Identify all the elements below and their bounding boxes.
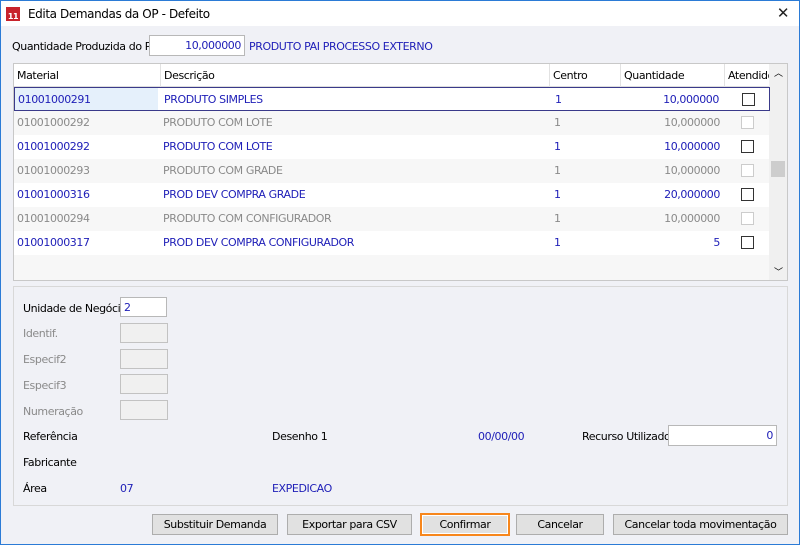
centro-cell: 1 [554,212,561,225]
quantidade-cell: 10,000000 [663,93,719,106]
especif3-label: Especif3 [23,379,67,392]
product-name: PRODUTO PAI PROCESSO EXTERNO [249,40,433,53]
descricao-cell: PRODUTO COM GRADE [163,164,283,177]
descricao-cell: PRODUTO COM LOTE [163,140,273,153]
fabricante-label: Fabricante [23,456,77,469]
close-button[interactable]: ✕ [777,4,790,22]
table-row[interactable]: 01001000317 PROD DEV COMPRA CONFIGURADOR 1… [14,231,770,255]
descricao-cell: PROD DEV COMPRA GRADE [163,188,306,201]
numeracao-label: Numeração [23,405,83,418]
desenho-label: Desenho 1 [272,430,328,443]
demands-grid: Material Descrição Centro Armaz. Quantid… [13,63,788,281]
descricao-cell: PROD DEV COMPRA CONFIGURADOR [163,236,355,249]
atendido-checkbox [741,212,754,225]
date-value: 00/00/00 [478,430,525,443]
unidade-label: Unidade de Negócio [23,302,127,315]
col-quantidade[interactable]: Quantidade [621,64,725,87]
material-cell: 01001000292 [17,140,90,153]
centro-cell: 1 [555,93,562,106]
material-cell: 01001000294 [17,212,90,225]
window-title: Edita Demandas da OP - Defeito [28,6,210,21]
material-cell: 01001000292 [17,116,90,129]
col-descricao[interactable]: Descrição [161,64,550,87]
centro-cell: 1 [554,236,561,249]
descricao-cell: PRODUTO COM LOTE [163,116,273,129]
table-row[interactable]: 01001000293 PRODUTO COM GRADE 1 10,000000 [14,159,770,183]
referencia-label: Referência [23,430,78,443]
area-name: EXPEDICAO [272,482,332,495]
scroll-down-icon[interactable]: ﹀ [774,265,783,278]
details-panel [13,286,788,506]
descricao-cell: PRODUTO SIMPLES [164,93,263,106]
especif3-input [120,374,168,394]
table-row[interactable]: 01001000316 PROD DEV COMPRA GRADE 1 20,0000… [14,183,770,207]
substituir-demanda-button[interactable]: Substituir Demanda [152,514,278,535]
material-cell: 01001000317 [17,236,90,249]
app-logo-icon: 11 [6,6,20,21]
area-label: Área [23,482,47,495]
title-bar: 11 Edita Demandas da OP - Defeito ✕ [1,1,799,26]
recurso-input[interactable]: 0 [668,425,777,446]
especif2-input [120,349,168,369]
atendido-checkbox[interactable] [741,140,754,153]
qty-input[interactable]: 10,000000 [149,35,245,56]
atendido-checkbox [741,116,754,129]
descricao-cell: PRODUTO COM CONFIGURADOR [163,212,332,225]
material-cell: 01001000291 [18,93,91,106]
quantidade-cell: 10,000000 [664,212,720,225]
table-row[interactable]: 01001000292 PRODUTO COM LOTE 1 10,000000 [14,111,770,135]
quantidade-cell: 10,000000 [664,116,720,129]
quantidade-cell: 5 [713,236,720,249]
numeracao-input [120,400,168,420]
quantidade-cell: 10,000000 [664,164,720,177]
material-cell: 01001000316 [17,188,90,201]
dialog-window: 11 Edita Demandas da OP - Defeito ✕ Quan… [0,0,800,545]
table-row[interactable]: 01001000294 PRODUTO COM CONFIGURADOR 1 10,0… [14,207,770,231]
confirmar-button[interactable]: Confirmar [420,513,510,536]
table-row[interactable]: 01001000291 PRODUTO SIMPLES 1 10,000000 [14,87,770,111]
grid-header: Material Descrição Centro Armaz. Quantid… [14,64,774,105]
centro-cell: 1 [554,164,561,177]
centro-cell: 1 [554,140,561,153]
col-centro[interactable]: Centro Armaz. [550,64,621,105]
col-atendido[interactable]: Atendido [725,64,774,87]
quantidade-cell: 10,000000 [664,140,720,153]
table-row[interactable]: 01001000292 PRODUTO COM LOTE 1 10,000000 [14,135,770,159]
atendido-checkbox[interactable] [741,188,754,201]
cancelar-toda-button[interactable]: Cancelar toda movimentação [613,514,788,535]
atendido-checkbox[interactable] [742,93,755,106]
atendido-checkbox[interactable] [741,236,754,249]
identif-input [120,323,168,343]
atendido-checkbox [741,164,754,177]
cancelar-button[interactable]: Cancelar [516,514,604,535]
scroll-up-icon[interactable]: ︿ [774,66,783,79]
centro-cell: 1 [554,116,561,129]
qty-label: Quantidade Produzida do Pai [12,40,160,53]
exportar-csv-button[interactable]: Exportar para CSV [287,514,412,535]
grid-scrollbar[interactable]: ︿ ﹀ [769,64,787,280]
centro-cell: 1 [554,188,561,201]
scroll-thumb[interactable] [771,161,785,177]
col-material[interactable]: Material [14,64,161,87]
area-code: 07 [120,482,134,495]
especif2-label: Especif2 [23,353,67,366]
identif-label: Identif. [23,327,58,340]
recurso-label: Recurso Utilizado [582,430,671,443]
material-cell: 01001000293 [17,164,90,177]
quantidade-cell: 20,000000 [664,188,720,201]
unidade-input[interactable]: 2 [120,297,167,317]
